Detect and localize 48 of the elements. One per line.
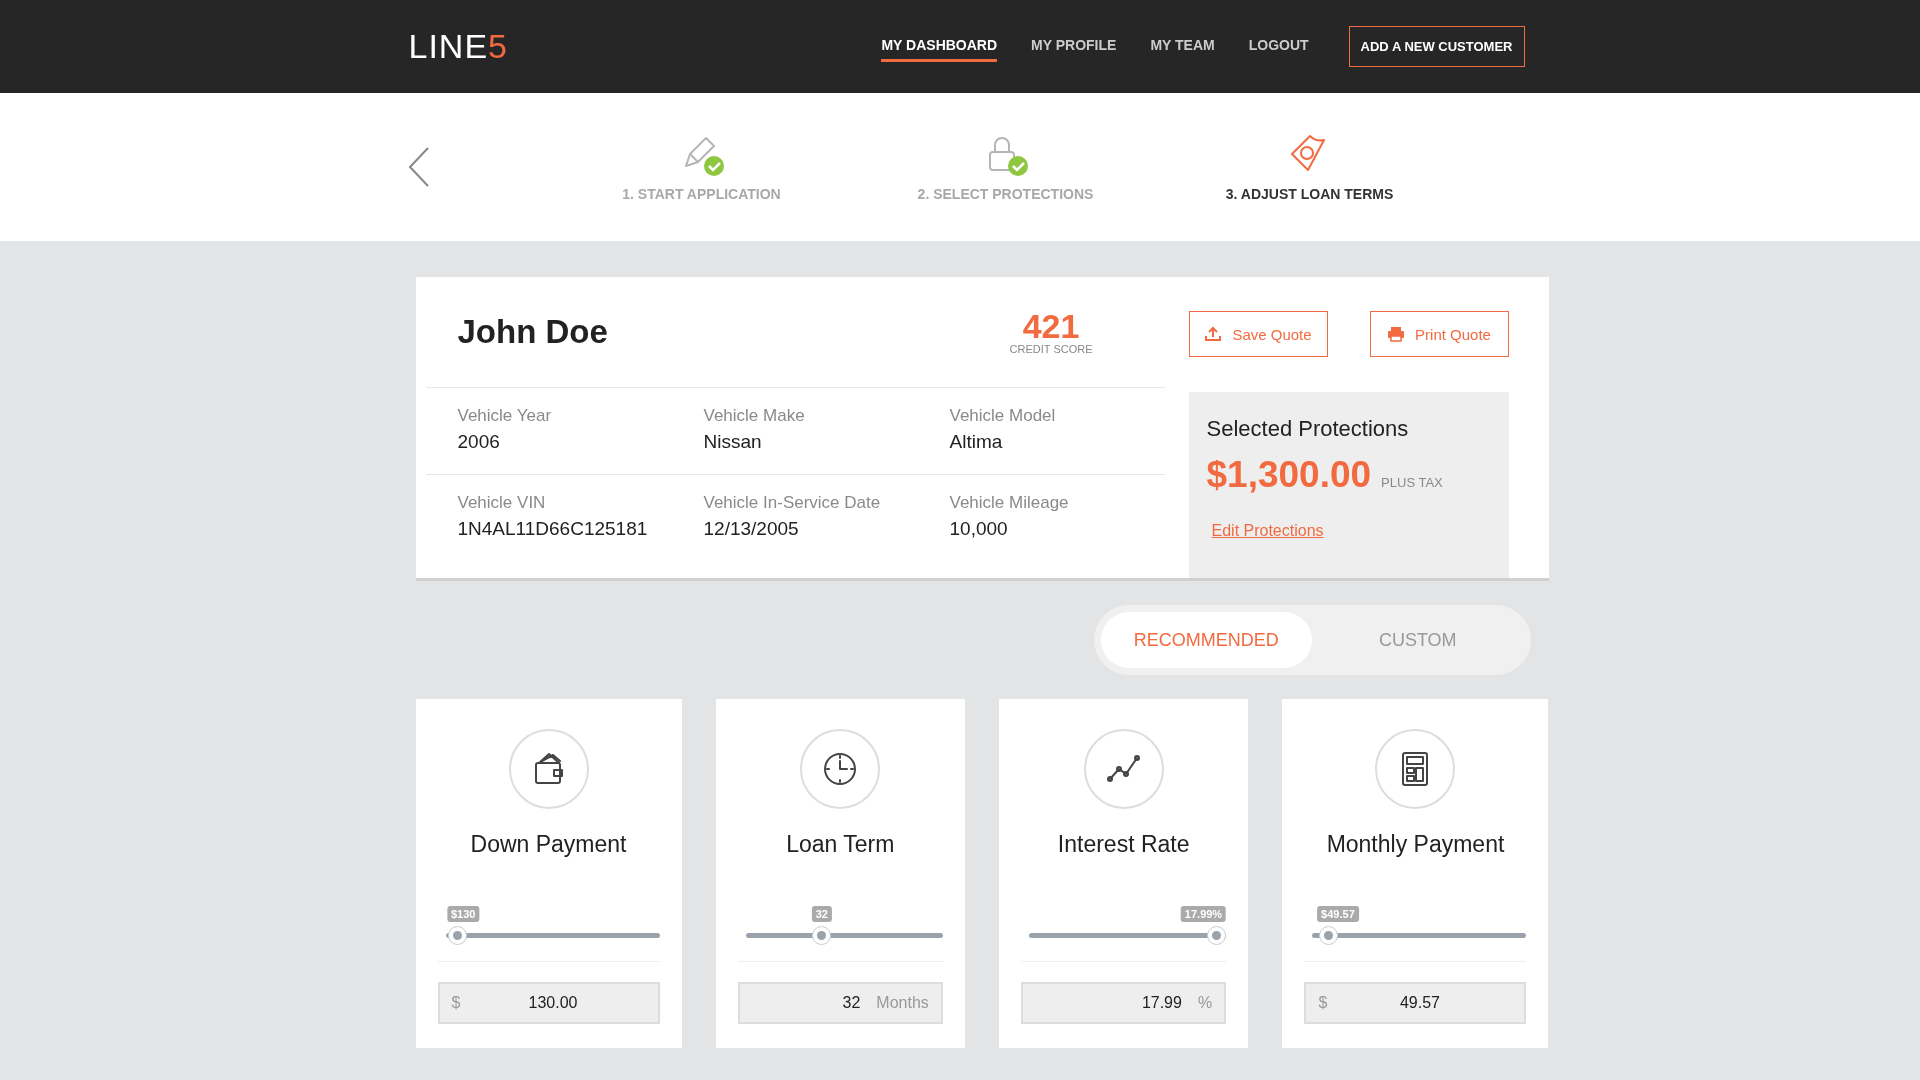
field-label: Vehicle VIN [457, 493, 547, 513]
upload-icon [1204, 326, 1223, 342]
term-title: Down Payment [470, 831, 627, 858]
slider-value: $49.57 [1317, 906, 1359, 922]
nav-link[interactable]: MY TEAM [1150, 31, 1215, 62]
unit-label: % [1197, 994, 1213, 1012]
field-value: 12/13/2005 [703, 518, 800, 540]
value-input[interactable]: 32 Months [737, 982, 943, 1024]
field-label: Vehicle Make [703, 406, 806, 426]
field-value: 1N4AL11D66C125181 [457, 518, 649, 540]
field-value: 10,000 [949, 518, 1009, 540]
term-title: Interest Rate [1057, 831, 1190, 858]
nav-link[interactable]: LOGOUT [1248, 31, 1309, 62]
term-title: Monthly Payment [1326, 831, 1505, 858]
printer-icon [1387, 326, 1406, 342]
logo[interactable]: LINE5 [408, 27, 508, 66]
field-label: Vehicle Mileage [949, 493, 1070, 513]
credit-score-label: CREDIT SCORE [1009, 343, 1093, 355]
field-value: Nissan [703, 431, 763, 453]
field-label: Vehicle In-Service Date [703, 493, 882, 513]
add-customer-button[interactable]: ADD A NEW CUSTOMER [1348, 26, 1525, 67]
back-button[interactable] [407, 146, 430, 188]
value-input[interactable]: $ 130.00 [437, 982, 660, 1024]
value-input[interactable]: 17.99 % [1021, 982, 1227, 1024]
unit-label: Months [876, 994, 929, 1012]
credit-score: 421 [1022, 309, 1080, 343]
step-label[interactable]: 3. ADJUST LOAN TERMS [1225, 186, 1394, 202]
slider-thumb[interactable] [1207, 926, 1227, 945]
unit-label: $ [1318, 994, 1328, 1012]
slider-thumb[interactable] [447, 926, 467, 945]
slider-value: 17.99% [1180, 906, 1227, 922]
term-title: Loan Term [786, 831, 895, 858]
protections-amount: $1,300.00 [1206, 454, 1372, 496]
slider-thumb[interactable] [812, 926, 832, 945]
slider-thumb[interactable] [1318, 926, 1338, 945]
value-input[interactable]: $ 49.57 [1304, 982, 1527, 1024]
field-label: Vehicle Year [457, 406, 553, 426]
nav-link[interactable]: MY PROFILE [1031, 31, 1117, 62]
slider-value: 32 [811, 906, 832, 922]
protections-title: Selected Protections [1206, 416, 1410, 442]
unit-label: $ [451, 994, 461, 1012]
slider-value: $130 [446, 906, 480, 922]
tax-note: PLUS TAX [1381, 475, 1443, 490]
nav-link[interactable]: MY DASHBOARD [881, 31, 998, 62]
field-label: Vehicle Model [949, 406, 1057, 426]
field-value: Altima [949, 431, 1004, 453]
field-value: 2006 [457, 431, 501, 453]
customer-name: John Doe [457, 313, 608, 351]
